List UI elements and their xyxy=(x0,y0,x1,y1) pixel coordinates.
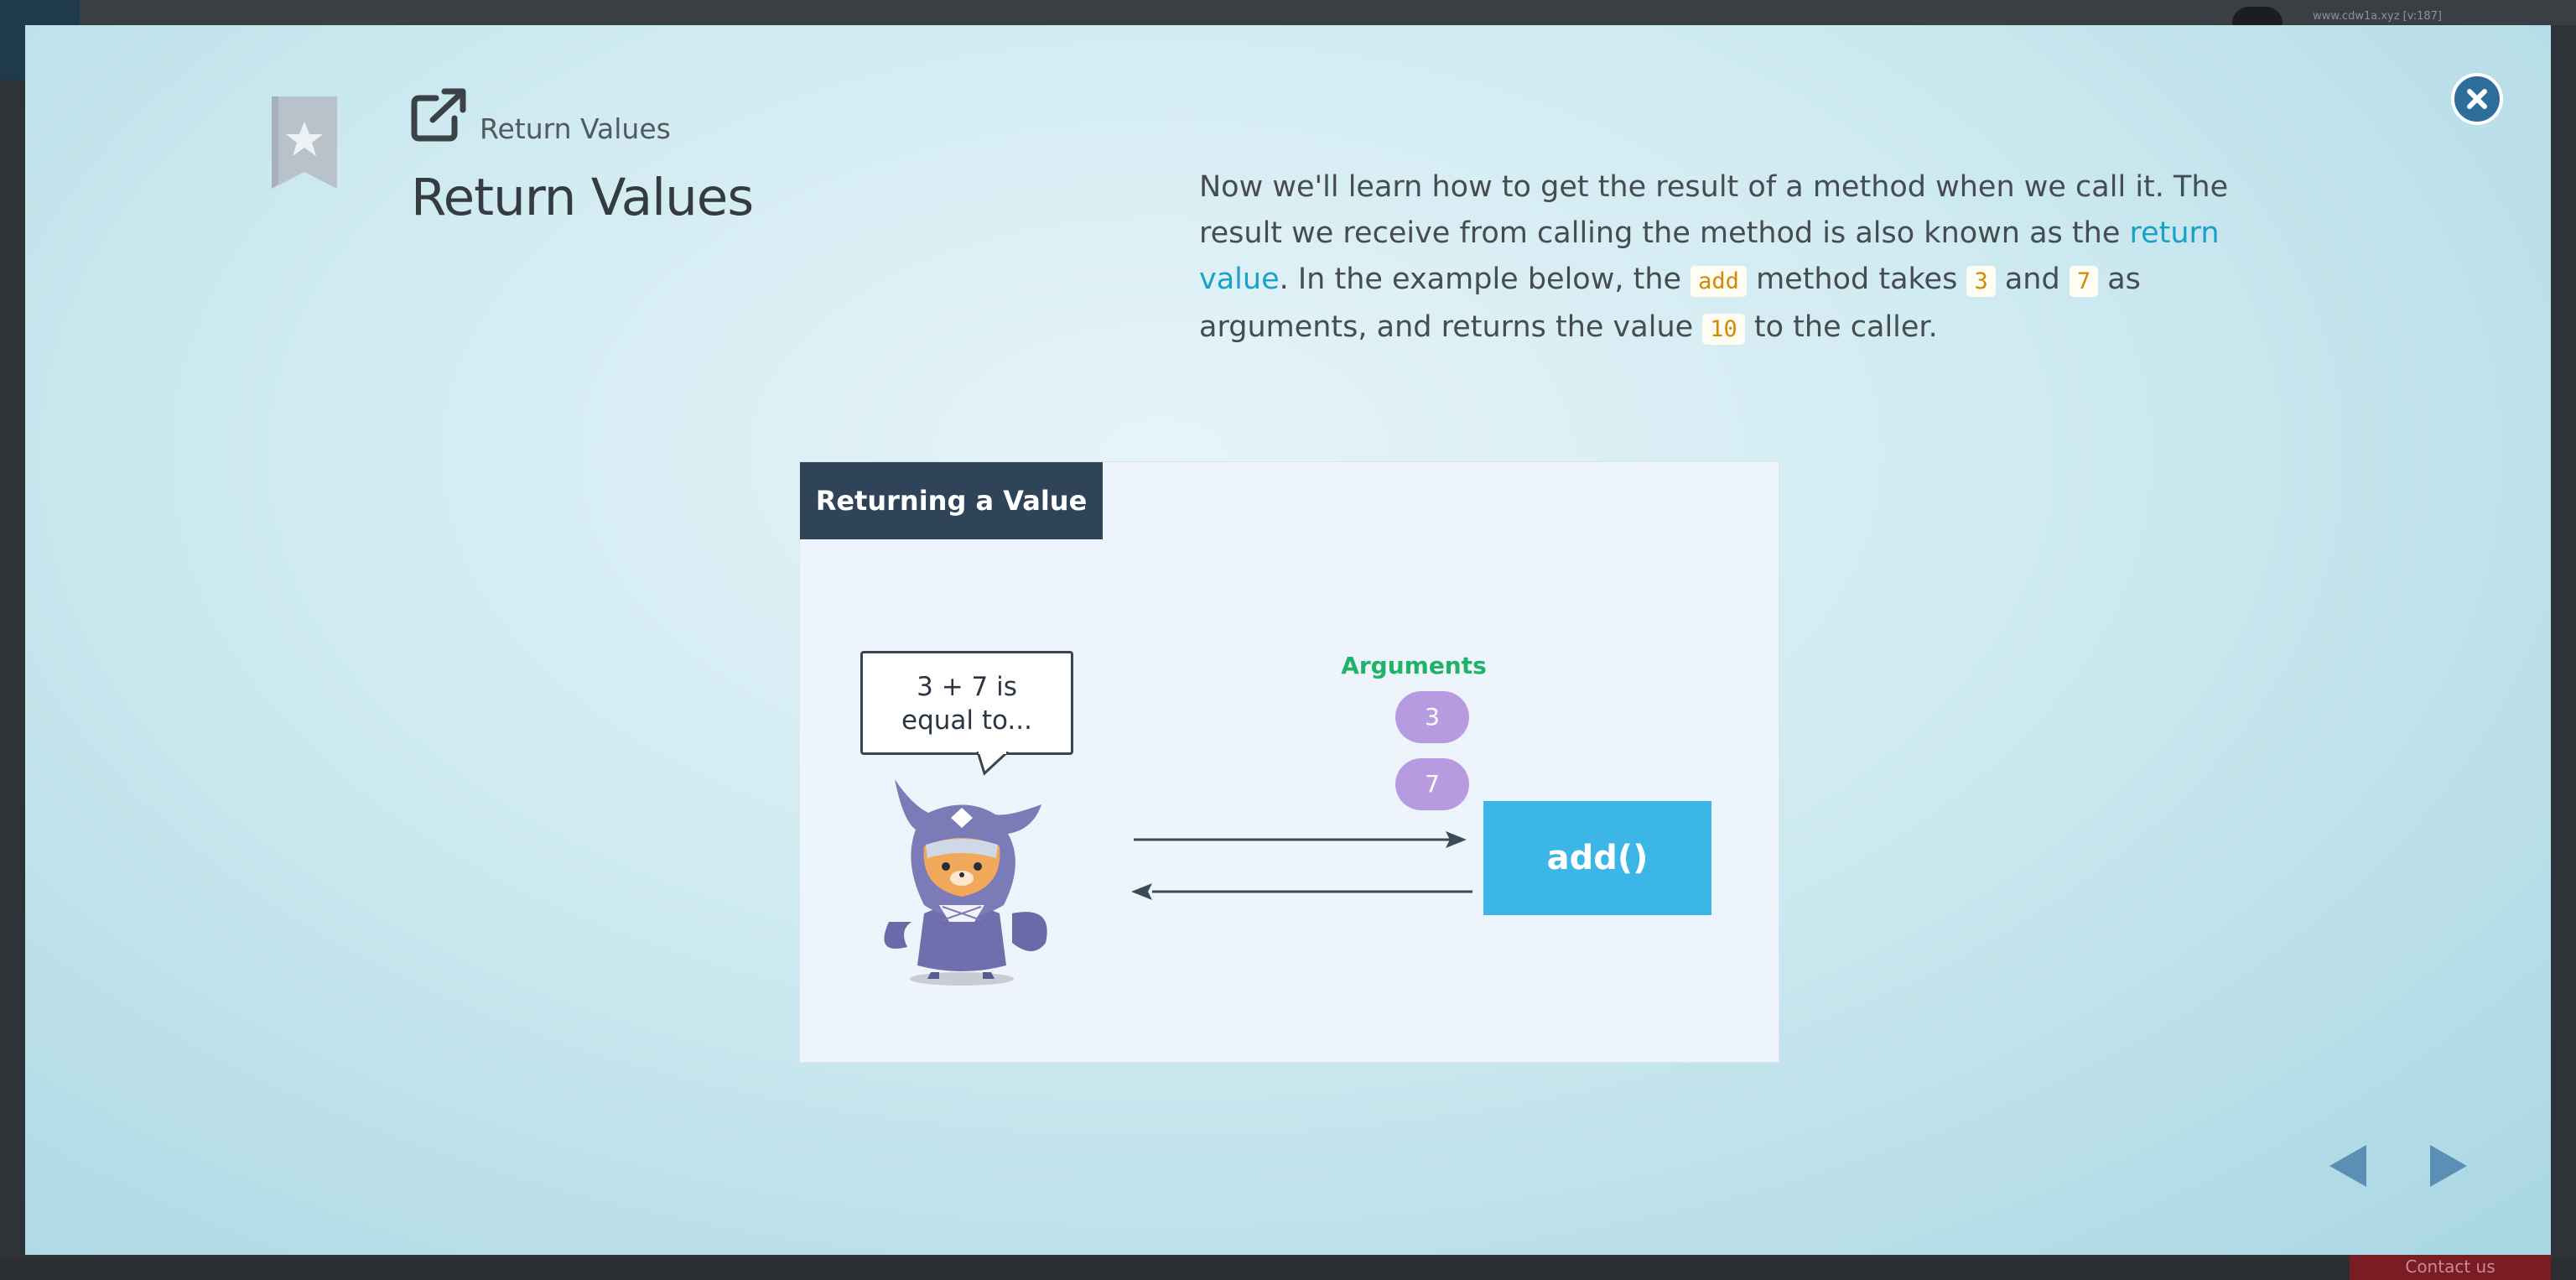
close-button[interactable] xyxy=(2451,73,2503,125)
argument-pill: 7 xyxy=(1395,758,1469,810)
background-topbar xyxy=(0,0,2576,25)
prev-arrow-icon[interactable] xyxy=(2323,1137,2373,1195)
call-return-arrows xyxy=(1131,831,1472,900)
arguments-label: Arguments xyxy=(1341,652,1487,679)
code-3: 3 xyxy=(1966,266,1996,297)
lesson-modal: Return Values Return Values Now we'll le… xyxy=(25,25,2551,1255)
description-text: to the caller. xyxy=(1744,310,1938,344)
method-box: add() xyxy=(1483,801,1711,915)
argument-pill: 3 xyxy=(1395,691,1469,743)
code-add: add xyxy=(1690,266,1747,297)
background-bottombar xyxy=(0,1257,2576,1280)
next-arrow-icon[interactable] xyxy=(2423,1137,2474,1195)
code-7: 7 xyxy=(2069,266,2099,297)
page-title: Return Values xyxy=(411,168,754,227)
speech-bubble: 3 + 7 is equal to... xyxy=(860,651,1073,755)
description-text: Now we'll learn how to get the result of… xyxy=(1199,170,2229,250)
background-url: www.cdw1a.xyz [v:187] xyxy=(2313,10,2442,23)
description-text: and xyxy=(1995,263,2070,296)
ninja-cat-icon xyxy=(884,779,1047,986)
bookmark-star-icon[interactable] xyxy=(268,96,340,195)
description-text: method takes xyxy=(1746,263,1967,296)
contact-us-button[interactable]: Contact us xyxy=(2350,1253,2551,1280)
illustration-panel: Returning a Value 3 + 7 is equal to... A… xyxy=(799,461,1779,1063)
description-text: . In the example below, the xyxy=(1279,263,1691,296)
illustration-title: Returning a Value xyxy=(800,462,1103,539)
external-link-icon[interactable] xyxy=(411,88,468,142)
close-icon xyxy=(2467,89,2487,109)
code-10: 10 xyxy=(1702,314,1745,345)
breadcrumb: Return Values xyxy=(480,112,671,145)
lesson-description: Now we'll learn how to get the result of… xyxy=(1199,164,2264,352)
